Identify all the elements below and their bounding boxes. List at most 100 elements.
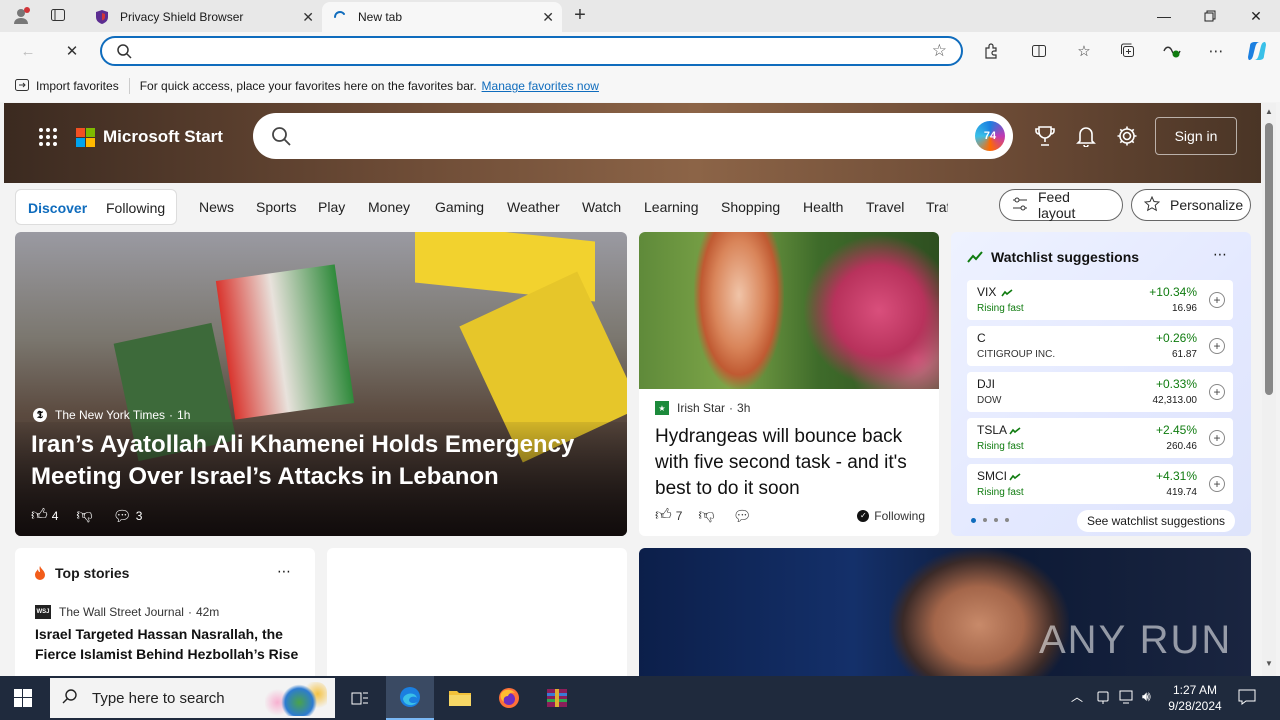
nav-item-sports[interactable]: Sports — [256, 199, 296, 215]
manage-favorites-link[interactable]: Manage favorites now — [482, 79, 599, 93]
watchlist-row[interactable]: DJI DOW +0.33% 42,313.00 + — [967, 372, 1233, 412]
task-view-icon[interactable] — [336, 676, 384, 720]
winrar-icon[interactable] — [533, 676, 581, 720]
taskbar-search-box[interactable]: Type here to search — [50, 678, 335, 718]
tab-actions-icon[interactable] — [50, 7, 70, 25]
nav-item-travel[interactable]: Travel — [866, 199, 904, 215]
show-hidden-icons[interactable]: ︿ — [1071, 688, 1083, 705]
scroll-up-icon[interactable]: ▲ — [1265, 107, 1273, 116]
split-screen-icon[interactable] — [1025, 37, 1053, 65]
add-to-watchlist-icon[interactable]: + — [1209, 292, 1225, 308]
browser-essentials-icon[interactable] — [1158, 37, 1186, 65]
comment-icon[interactable]: 💬︎ — [113, 507, 132, 525]
lead-story-card[interactable]: 𝕿 The New York Times · 1h Iran’s Ayatoll… — [15, 232, 627, 536]
sign-in-button[interactable]: Sign in — [1155, 117, 1237, 155]
minimize-button[interactable]: — — [1141, 0, 1187, 32]
tab-privacy-shield[interactable]: Privacy Shield Browser ✕ — [84, 2, 322, 32]
file-explorer-icon[interactable] — [436, 676, 484, 720]
search-highlight-icon — [265, 682, 327, 716]
personalize-button[interactable]: Personalize — [1131, 189, 1251, 221]
close-tab-icon[interactable]: ✕ — [302, 9, 314, 26]
restore-button[interactable] — [1187, 0, 1233, 32]
nav-item-traffic[interactable]: Traf — [926, 199, 948, 215]
rewards-icon[interactable] — [1034, 125, 1056, 152]
watchlist-row[interactable]: C CITIGROUP INC. +0.26% 61.87 + — [967, 326, 1233, 366]
nav-item-gaming[interactable]: Gaming — [435, 199, 484, 215]
top-story-headline[interactable]: Israel Targeted Hassan Nasrallah, the Fi… — [35, 624, 305, 664]
watchlist-row[interactable]: VIX Rising fast +10.34% 16.96 + — [967, 280, 1233, 320]
watchlist-row[interactable]: SMCI Rising fast +4.31% 419.74 + — [967, 464, 1233, 504]
firefox-icon[interactable] — [485, 676, 533, 720]
new-tab-button[interactable]: + — [568, 5, 592, 27]
app-launcher-icon[interactable] — [38, 127, 58, 152]
watchlist-more-icon[interactable]: ⋯ — [1213, 246, 1227, 263]
web-search-box[interactable]: 74 — [253, 113, 1013, 159]
more-menu-icon[interactable]: ⋯ — [1202, 37, 1230, 65]
close-tab-icon[interactable]: ✕ — [542, 9, 554, 26]
copilot-icon[interactable] — [1243, 37, 1271, 65]
comment-count: 3 — [135, 508, 143, 523]
nav-item-health[interactable]: Health — [803, 199, 843, 215]
clock[interactable]: 1:27 AM 9/28/2024 — [1165, 682, 1225, 714]
feed-navigation: Discover Following News Sports Play Mone… — [0, 185, 1260, 229]
watchlist-row[interactable]: TSLA Rising fast +2.45% 260.46 + — [967, 418, 1233, 458]
dislike-icon[interactable]: 👎︎ — [76, 506, 92, 525]
nav-item-watch[interactable]: Watch — [582, 199, 621, 215]
microsoft-start-logo[interactable]: Microsoft Start — [76, 127, 223, 147]
nav-item-shopping[interactable]: Shopping — [721, 199, 780, 215]
volume-icon[interactable]: 🔊︎ — [1142, 688, 1151, 705]
notifications-center-icon[interactable] — [1238, 689, 1256, 710]
top-stories-more-icon[interactable]: ⋯ — [277, 563, 291, 580]
tab-new-tab[interactable]: New tab ✕ — [322, 2, 562, 32]
stop-loading-icon[interactable]: ✕ — [58, 37, 86, 65]
new-tab-page: Microsoft Start 74 Sign in Discover Foll… — [0, 103, 1280, 676]
dislike-icon[interactable]: 👎︎ — [698, 506, 714, 525]
side-story-title[interactable]: Hydrangeas will bounce back with five se… — [655, 424, 927, 502]
network-icon[interactable] — [1119, 690, 1135, 709]
favorites-icon[interactable]: ☆ — [1070, 37, 1098, 65]
comment-icon[interactable]: 💬︎ — [733, 507, 752, 525]
web-search-input[interactable] — [303, 126, 953, 146]
favorites-divider — [128, 78, 130, 94]
lead-story-title[interactable]: Iran’s Ayatollah Ali Khamenei Holds Emer… — [31, 429, 591, 493]
tab-following[interactable]: Following — [106, 200, 165, 216]
side-story-card[interactable]: ★ Irish Star · 3h Hydrangeas will bounce… — [639, 232, 939, 536]
page-scrollbar[interactable]: ▲ ▼ — [1262, 103, 1276, 676]
feed-layout-button[interactable]: Feed layout — [999, 189, 1123, 221]
like-icon[interactable]: 👍︎ — [655, 506, 672, 525]
see-watchlist-suggestions-button[interactable]: See watchlist suggestions — [1077, 510, 1235, 532]
import-favorites-icon[interactable] — [14, 78, 30, 95]
notifications-icon[interactable] — [1076, 125, 1096, 152]
scroll-down-icon[interactable]: ▼ — [1265, 659, 1273, 668]
address-bar[interactable]: ☆ — [100, 36, 963, 66]
profile-icon[interactable] — [10, 5, 32, 27]
copilot-search-icon[interactable]: 74 — [975, 121, 1005, 151]
windows-start-icon[interactable] — [14, 689, 32, 712]
add-to-watchlist-icon[interactable]: + — [1209, 430, 1225, 446]
following-status[interactable]: ✓ Following — [857, 509, 925, 523]
address-input[interactable] — [142, 42, 922, 62]
add-to-watchlist-icon[interactable]: + — [1209, 476, 1225, 492]
like-icon[interactable]: 👍︎ — [31, 506, 48, 525]
close-window-button[interactable]: ✕ — [1233, 0, 1279, 32]
nav-item-play[interactable]: Play — [318, 199, 345, 215]
settings-gear-icon[interactable] — [1116, 125, 1138, 152]
nav-item-news[interactable]: News — [199, 199, 234, 215]
extensions-icon[interactable] — [977, 37, 1005, 65]
nav-item-learning[interactable]: Learning — [644, 199, 699, 215]
back-icon[interactable]: ← — [14, 37, 42, 65]
add-to-watchlist-icon[interactable]: + — [1209, 338, 1225, 354]
nav-item-money[interactable]: Money — [368, 199, 410, 215]
edge-taskbar-icon[interactable] — [386, 676, 434, 720]
scroll-thumb[interactable] — [1265, 123, 1273, 395]
network-activity-icon[interactable] — [1096, 689, 1110, 710]
favorite-star-icon[interactable]: ☆ — [932, 41, 947, 61]
carousel-dots[interactable] — [971, 518, 1009, 523]
tab-discover[interactable]: Discover — [28, 200, 87, 216]
import-favorites-label[interactable]: Import favorites — [36, 79, 119, 93]
add-to-watchlist-icon[interactable]: + — [1209, 384, 1225, 400]
collections-icon[interactable] — [1114, 37, 1142, 65]
stock-price: 419.74 — [1166, 487, 1197, 498]
news-video-card[interactable]: ANY RUN — [639, 548, 1251, 676]
nav-item-weather[interactable]: Weather — [507, 199, 560, 215]
